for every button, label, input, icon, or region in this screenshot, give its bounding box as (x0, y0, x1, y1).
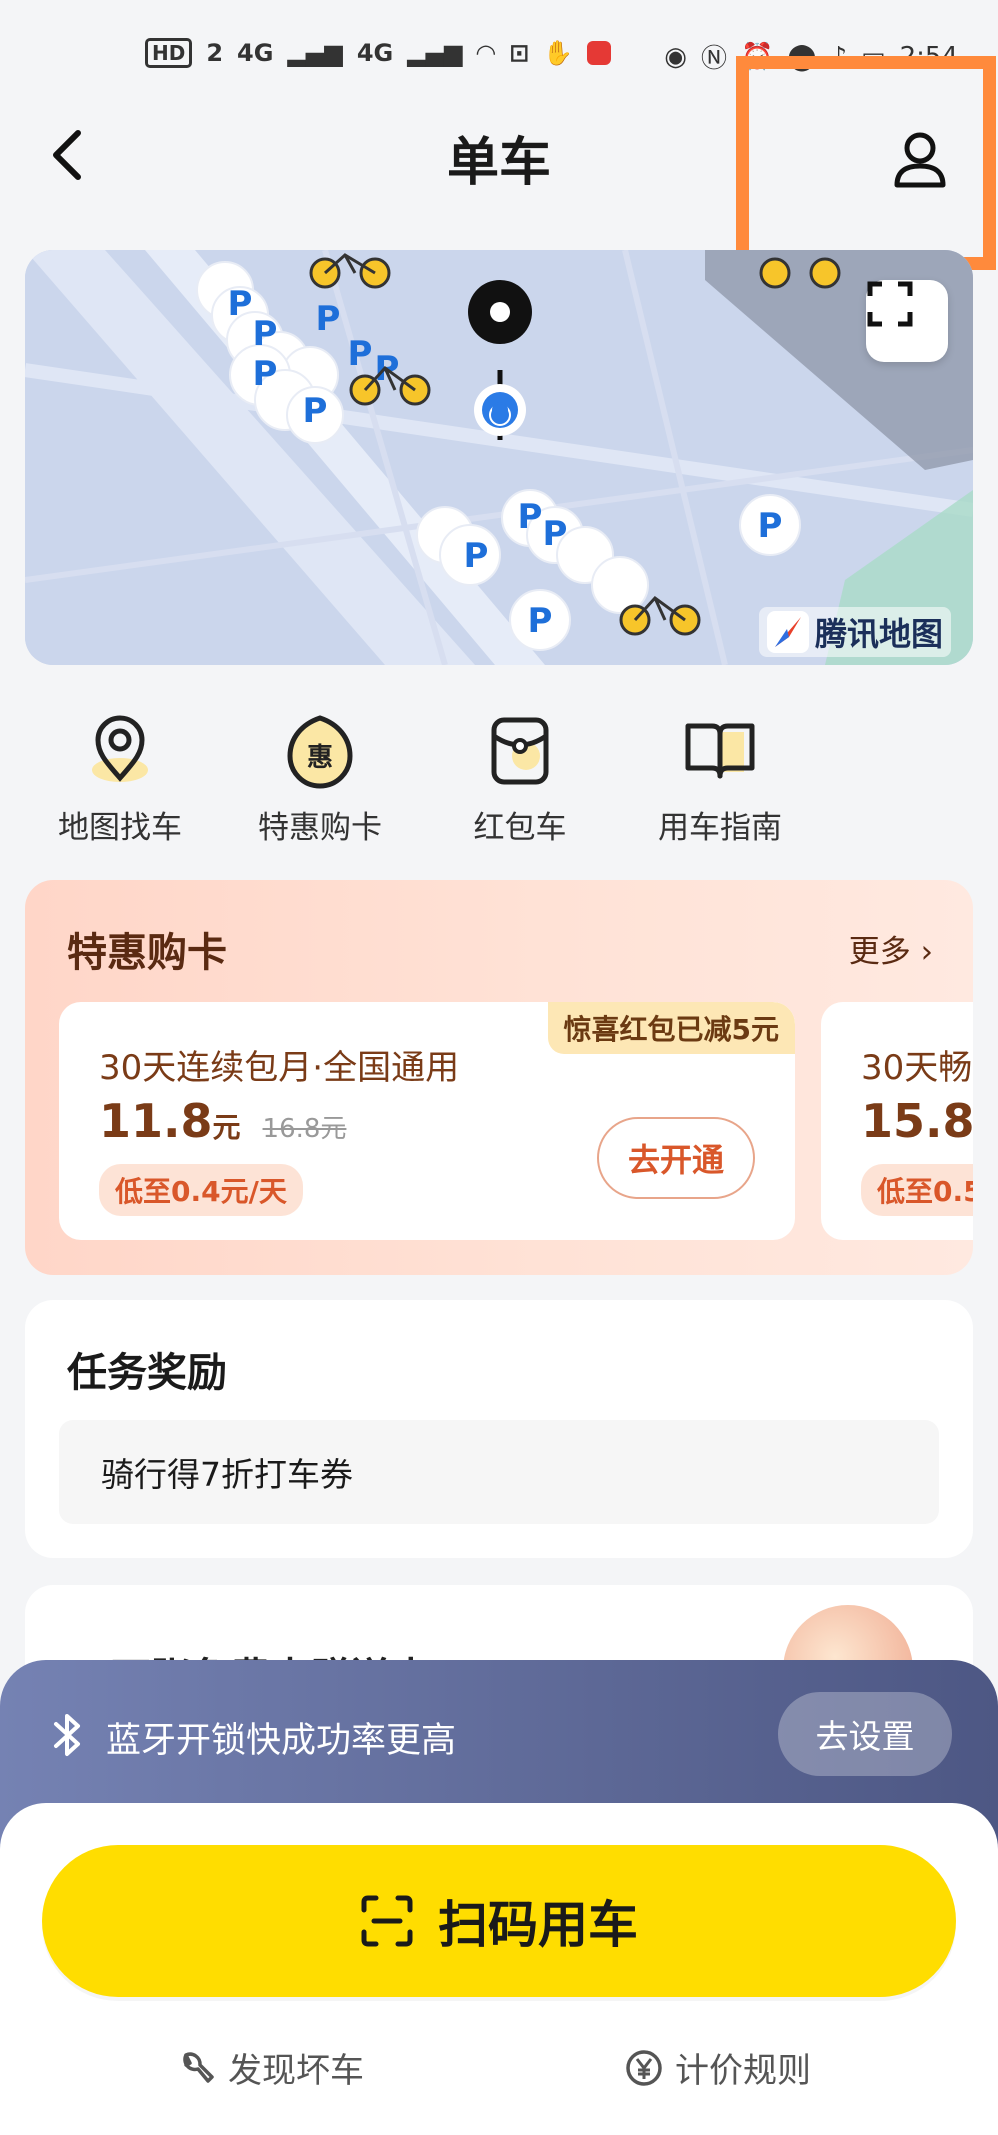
signal-bars-icon: ▂▄▆ (407, 39, 463, 67)
signal-icon: 2 (206, 39, 224, 67)
offer-card[interactable]: 惊喜红包已减5元 30天连续包月·全国通用 11.8元 16.8元 低至0.4元… (59, 1002, 795, 1240)
yuan-icon (626, 2049, 662, 2086)
offer-price: 15.8元 (861, 1094, 973, 1148)
activate-button[interactable]: 去开通 (597, 1117, 755, 1199)
pricing-rules-link[interactable]: 计价规则 (625, 2043, 811, 2092)
svg-text:P: P (228, 284, 253, 324)
scan-button-label: 扫码用车 (438, 1896, 638, 1954)
svg-text:P: P (528, 601, 553, 641)
svg-text:P: P (303, 391, 328, 431)
scan-to-ride-button[interactable]: 扫码用车 (42, 1845, 956, 1997)
map-view[interactable]: P P P P P P P P P P P P 腾讯地图 (25, 250, 973, 665)
nfc-icon: Ⓝ (700, 44, 727, 74)
quick-action-riding-guide[interactable]: 用车指南 (620, 710, 820, 860)
svg-text:P: P (758, 506, 783, 546)
quick-action-red-packet-bike[interactable]: 红包车 (420, 710, 620, 860)
svg-text:P: P (348, 334, 373, 374)
bluetooth-icon (54, 1714, 80, 1756)
section-title: 特惠购卡 (67, 930, 227, 976)
chevron-right-icon: › (920, 934, 933, 970)
network-type-2: 4G (356, 39, 394, 67)
app-notification-icon (587, 41, 612, 65)
wrench-icon (183, 2051, 214, 2083)
quick-actions: 地图找车 惠 特惠购卡 红包车 用车指南 (20, 710, 820, 860)
offer-daily-price: 低至0.5 (861, 1164, 973, 1216)
task-item[interactable]: 骑行得7折打车券 (59, 1420, 939, 1524)
expand-icon (867, 281, 913, 327)
svg-text:P: P (464, 536, 489, 576)
bottom-sheet: 扫码用车 发现坏车 计价规则 (0, 1803, 998, 2135)
offer-price: 11.8元 16.8元 (99, 1094, 347, 1148)
offer-original-price: 16.8元 (262, 1114, 347, 1144)
bluetooth-banner-text: 蓝牙开锁快成功率更高 (106, 1721, 457, 1761)
signal-bars-icon: ▂▄▆ (287, 39, 343, 67)
quick-action-map-find-bike[interactable]: 地图找车 (20, 710, 220, 860)
svg-text:惠: 惠 (307, 743, 333, 773)
map-pin-icon (80, 710, 160, 790)
svg-text:P: P (316, 299, 341, 339)
network-type: 4G (237, 39, 274, 67)
offer-name: 30天畅 (861, 1048, 973, 1088)
bluetooth-settings-button[interactable]: 去设置 (778, 1692, 952, 1776)
cart-icon: ⊡ (509, 39, 530, 67)
quick-action-discount-card[interactable]: 惠 特惠购卡 (220, 710, 420, 860)
task-reward-section: 任务奖励 骑行得7折打车券 (25, 1300, 973, 1558)
offer-card[interactable]: 30天畅 15.8元 低至0.5 (821, 1002, 973, 1240)
svg-text:P: P (518, 497, 543, 537)
eye-icon: ◉ (664, 41, 687, 72)
wifi-icon: ◠ (476, 39, 496, 67)
offer-daily-price: 低至0.4元/天 (99, 1164, 303, 1216)
map-brand-label: 腾讯地图 (814, 615, 943, 653)
discount-card-section: 特惠购卡 更多 › 惊喜红包已减5元 30天连续包月·全国通用 11.8元 16… (25, 880, 973, 1275)
svg-text:P: P (543, 514, 568, 554)
offer-tag: 惊喜红包已减5元 (547, 1002, 795, 1054)
red-packet-icon (480, 710, 560, 790)
map-brand-badge: 腾讯地图 (758, 607, 951, 657)
fullscreen-button[interactable] (866, 280, 948, 362)
report-broken-bike-link[interactable]: 发现坏车 (178, 2043, 364, 2092)
discount-badge-icon: 惠 (280, 710, 360, 790)
hd-indicator: HD (145, 38, 193, 68)
book-icon (680, 710, 760, 790)
highlight-annotation (736, 56, 996, 270)
tencent-map-logo-icon (766, 611, 809, 653)
section-title: 任务奖励 (67, 1350, 227, 1396)
svg-text:P: P (253, 354, 278, 394)
svg-text:P: P (253, 314, 278, 354)
map-canvas: P P P P P P P P P P P P (25, 250, 973, 665)
offer-name: 30天连续包月·全国通用 (99, 1048, 460, 1088)
scan-icon (361, 1895, 413, 1947)
hand-icon: ✋ (543, 39, 574, 67)
more-link[interactable]: 更多 › (849, 926, 933, 971)
